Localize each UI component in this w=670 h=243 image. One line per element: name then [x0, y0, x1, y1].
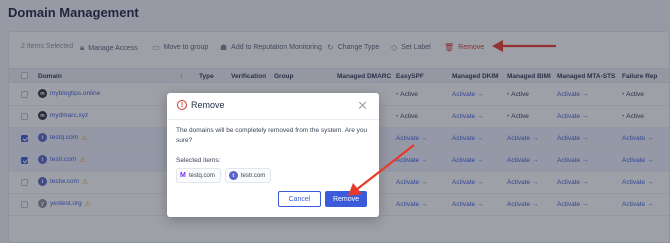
selected-chip: t testr.com: [224, 168, 272, 183]
cancel-button[interactable]: Cancel: [278, 191, 321, 207]
selected-items-list: M testq.com t testr.com: [176, 168, 272, 183]
chip-label: testq.com: [188, 172, 215, 179]
close-icon[interactable]: ✕: [357, 98, 368, 114]
dialog-title: Remove: [191, 100, 225, 110]
t-avatar-icon: t: [228, 171, 238, 180]
m-logo-icon: M: [180, 172, 186, 179]
selected-chip: M testq.com: [176, 168, 221, 183]
alert-icon: !: [177, 100, 187, 110]
annotation-arrow-dialog: [348, 144, 415, 196]
dialog-header: ! Remove ✕: [167, 93, 379, 120]
chip-label: testr.com: [240, 172, 266, 179]
selected-items-label: Selected items:: [176, 157, 221, 164]
